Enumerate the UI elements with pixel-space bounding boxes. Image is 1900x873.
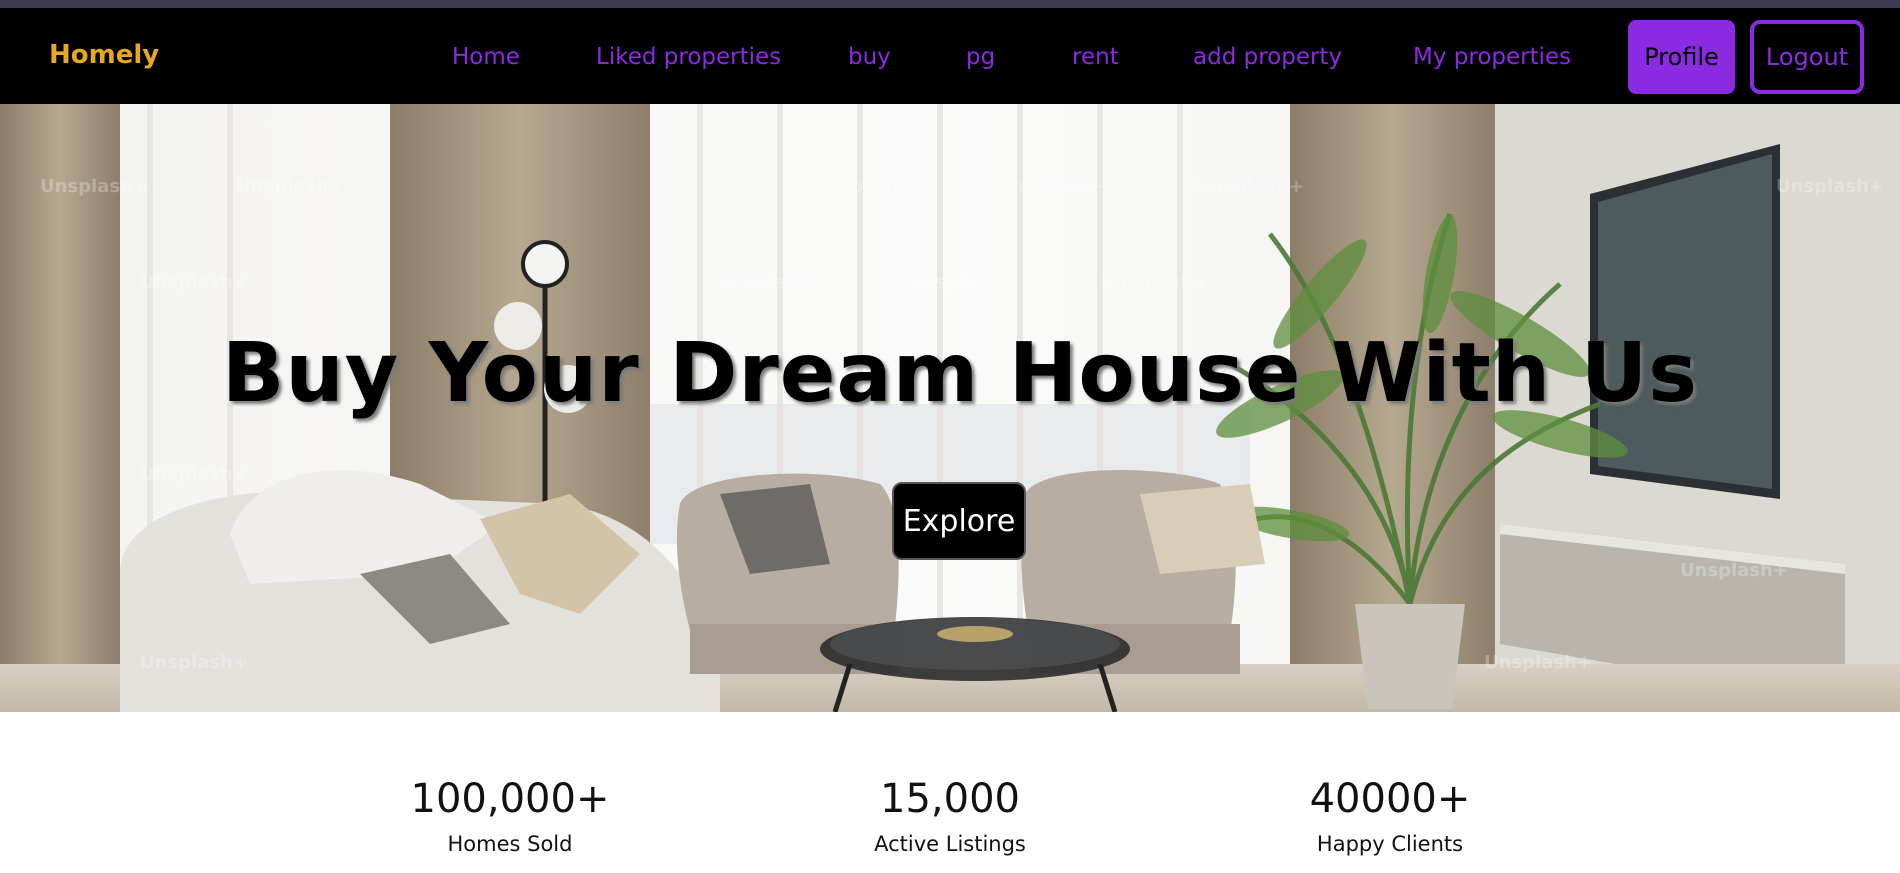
nav-link-add-property[interactable]: add property: [1193, 44, 1342, 70]
stat-value: 15,000: [880, 776, 1020, 822]
hero-heading: Buy Your Dream House With Us: [221, 326, 1699, 421]
watermark-text: Unsplash+: [1776, 176, 1884, 197]
logout-button[interactable]: Logout: [1750, 20, 1864, 94]
watermark-text: Unsplash+: [1196, 176, 1304, 197]
watermark-text: Unsplash+: [716, 272, 824, 293]
watermark-text: Unsplash+: [1100, 272, 1208, 293]
watermark-text: Unsplash+: [812, 176, 920, 197]
watermark-text: Unsplash+: [1680, 560, 1788, 581]
stat-happy-clients: 40000+ Happy Clients: [1240, 776, 1540, 856]
stat-label: Homes Sold: [447, 832, 573, 856]
stat-label: Active Listings: [874, 832, 1026, 856]
profile-button[interactable]: Profile: [1628, 20, 1735, 94]
nav-link-rent[interactable]: rent: [1072, 44, 1119, 70]
stat-active-listings: 15,000 Active Listings: [800, 776, 1100, 856]
nav-link-my-properties[interactable]: My properties: [1413, 44, 1571, 70]
top-strip: [0, 0, 1900, 8]
watermark-text: Unsplash+: [908, 272, 1016, 293]
explore-button[interactable]: Explore: [892, 482, 1026, 560]
stat-label: Happy Clients: [1316, 832, 1464, 856]
brand-logo[interactable]: Homely: [49, 40, 159, 70]
watermark-text: Unsplash+: [140, 464, 248, 485]
nav-link-buy[interactable]: buy: [848, 44, 891, 70]
stat-value: 100,000+: [410, 776, 610, 822]
nav-link-pg[interactable]: pg: [966, 44, 995, 70]
hero-section: Unsplash+ Unsplash+ Unsplash+ Unsplash+ …: [0, 104, 1900, 712]
watermark-text: Unsplash+: [1004, 176, 1112, 197]
stat-value: 40000+: [1309, 776, 1471, 822]
watermark-text: Unsplash+: [40, 176, 148, 197]
watermark-text: Unsplash+: [140, 652, 248, 673]
nav-link-home[interactable]: Home: [452, 44, 520, 70]
watermark-text: Unsplash+: [236, 176, 344, 197]
nav-link-liked-properties[interactable]: Liked properties: [596, 44, 781, 70]
watermark-text: Unsplash+: [1484, 652, 1592, 673]
navbar: Homely Home Liked properties buy pg rent…: [0, 8, 1900, 104]
watermark-text: Unsplash+: [140, 272, 248, 293]
stat-homes-sold: 100,000+ Homes Sold: [360, 776, 660, 856]
